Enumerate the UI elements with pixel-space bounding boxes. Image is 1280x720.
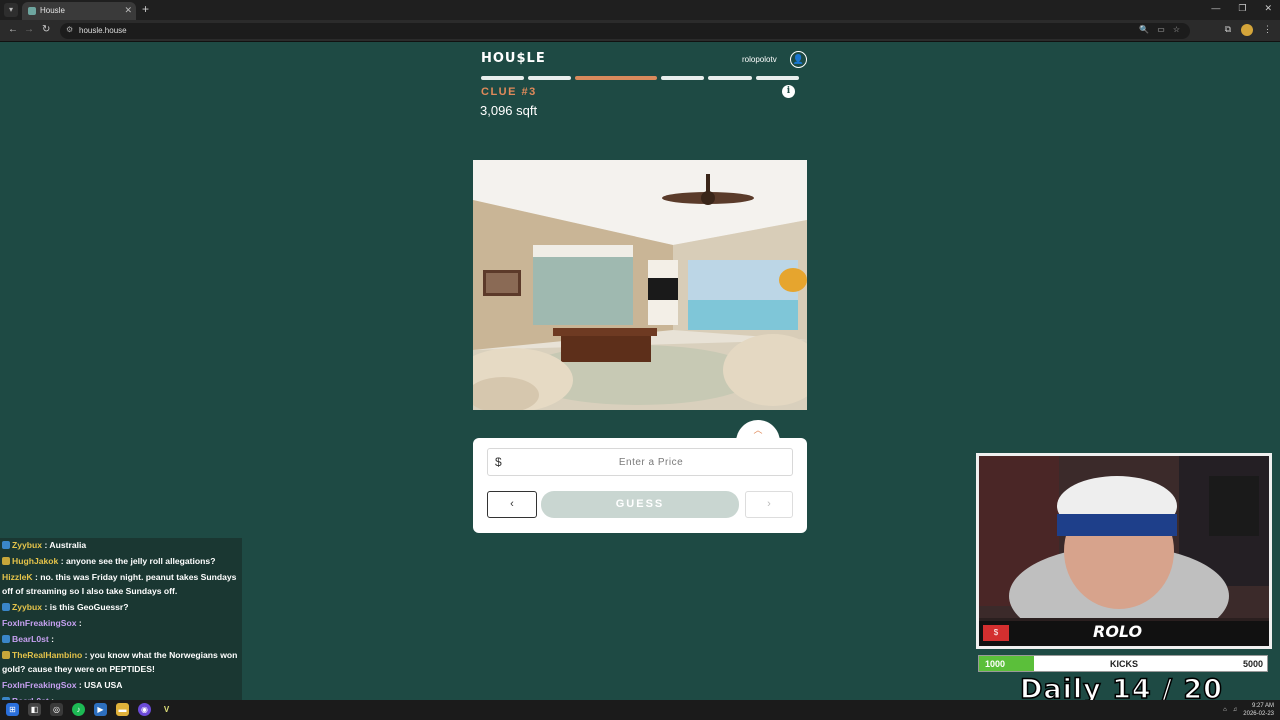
chrome-icon[interactable]: ◎	[50, 703, 63, 716]
progress-segment	[528, 76, 571, 80]
chat-message: Zyybux : is this GeoGuessr?	[0, 600, 242, 614]
url-text: housle.house	[79, 26, 127, 35]
progress-segment	[481, 76, 525, 80]
kicks-goal-bar: 1000 KICKS 5000	[978, 655, 1268, 672]
stream-chat: Zyybux : Australia HughJakok : anyone see…	[0, 538, 242, 700]
clock-time: 9:27 AM	[1251, 703, 1274, 709]
chat-username[interactable]: FoxInFreakingSox	[2, 680, 77, 690]
extensions-icon[interactable]: ⧉	[1225, 24, 1231, 36]
housle-logo[interactable]: HOU$LE	[481, 51, 546, 66]
browser-menu-icon[interactable]: ⋮	[1263, 24, 1272, 36]
currency-symbol: $	[495, 455, 502, 469]
webcam-bar: $ ROLO	[979, 621, 1269, 646]
browser-toolbar: ← → ↻ ⚙ housle.house 🔍 ▭ ☆ ⧉ ⋮	[0, 20, 1280, 42]
browser-tab-bar: ▾ Housle ✕ + — ❐ ✕	[0, 0, 1280, 20]
kicks-label: KICKS	[1109, 659, 1138, 669]
chat-username[interactable]: Zyybux	[12, 602, 42, 612]
restore-icon[interactable]: ❐	[1238, 3, 1246, 14]
kicks-max: 5000	[1242, 659, 1263, 669]
chat-badge-icon	[2, 651, 10, 659]
chat-message: BearL0st :	[0, 632, 242, 646]
zoom-icon[interactable]: 🔍	[1139, 25, 1149, 34]
reload-icon[interactable]: ↻	[42, 24, 50, 35]
spotify-icon[interactable]: ♪	[72, 703, 85, 716]
cam-badge: $	[983, 625, 1009, 641]
chat-message: HughJakok : anyone see the jelly roll al…	[0, 554, 242, 568]
chat-message: HizzleK : no. this was Friday night. pea…	[0, 570, 242, 598]
discord-icon[interactable]: ◉	[138, 703, 151, 716]
chat-text: : Australia	[42, 540, 87, 550]
progress-segment	[660, 76, 705, 80]
webcam-overlay: $ ROLO	[976, 453, 1272, 649]
chat-username[interactable]: FoxInFreakingSox	[2, 618, 77, 628]
user-account-icon[interactable]: 👤	[790, 51, 807, 68]
chat-text: :	[48, 634, 55, 644]
chat-text: :	[76, 618, 82, 628]
site-info-icon[interactable]: ⚙	[66, 25, 73, 34]
cast-icon[interactable]: ▭	[1157, 25, 1165, 34]
progress-segment	[755, 76, 800, 80]
housle-favicon-icon	[28, 7, 36, 15]
chat-text: : USA USA	[76, 680, 123, 690]
chat-badge-icon	[2, 635, 10, 643]
info-icon[interactable]: i	[782, 85, 795, 98]
tab-search-icon[interactable]: ▾	[4, 3, 18, 17]
chat-message: FoxInFreakingSox : USA USA	[0, 678, 242, 692]
address-bar[interactable]: ⚙ housle.house 🔍 ▭ ☆	[60, 23, 1190, 39]
clock-date: 2026-02-23	[1243, 711, 1274, 717]
chat-username[interactable]: BearL0st	[12, 634, 49, 644]
chat-username[interactable]: Zyybux	[12, 540, 42, 550]
system-tray: ⌂ ♫ 9:27 AM 2026-02-23	[1223, 702, 1274, 718]
taskbar: ⊞ ◧ ◎ ♪ ▶ ▬ ◉ V ⌂ ♫ 9:27 AM 2026-02-23	[0, 700, 1280, 720]
chat-badge-icon	[2, 603, 10, 611]
profile-avatar-icon[interactable]	[1241, 24, 1253, 36]
chat-badge-icon	[2, 541, 10, 549]
chat-text: : no. this was Friday night. peanut take…	[2, 572, 237, 596]
house-photo	[473, 160, 807, 410]
chat-message: TheRealHambino : you know what the Norwe…	[0, 648, 242, 676]
browser-tab[interactable]: Housle ✕	[22, 2, 136, 20]
media-icon[interactable]: ▶	[94, 703, 107, 716]
app-icon[interactable]: ◧	[28, 703, 41, 716]
rolo-logo: ROLO	[1093, 622, 1143, 641]
forward-icon[interactable]: →	[24, 24, 34, 35]
v-app-icon[interactable]: V	[160, 703, 173, 716]
chat-message: FoxInFreakingSox :	[0, 616, 242, 630]
chat-badge-icon	[2, 557, 10, 565]
window-controls: — ❐ ✕	[1211, 3, 1272, 14]
new-tab-icon[interactable]: +	[142, 2, 149, 16]
chat-text: : is this GeoGuessr?	[42, 602, 129, 612]
network-icon[interactable]: ⌂	[1223, 707, 1227, 713]
tab-title: Housle	[40, 6, 65, 15]
chevron-up-icon: ︿	[753, 425, 763, 435]
price-input[interactable]	[512, 451, 790, 473]
progress-segment	[708, 76, 752, 80]
back-icon[interactable]: ←	[8, 24, 18, 35]
start-icon[interactable]: ⊞	[6, 703, 19, 716]
next-clue-button[interactable]: ›	[745, 491, 793, 518]
folder-icon[interactable]: ▬	[116, 703, 129, 716]
guess-button[interactable]: GUESS	[541, 491, 739, 518]
price-field[interactable]: $	[487, 448, 793, 476]
close-window-icon[interactable]: ✕	[1264, 3, 1272, 14]
chat-username[interactable]: HughJakok	[12, 556, 58, 566]
close-tab-icon[interactable]: ✕	[124, 5, 132, 16]
username[interactable]: rolopolotv	[742, 55, 777, 64]
chat-text: : anyone see the jelly roll allegations?	[58, 556, 216, 566]
progress-segment-current	[574, 76, 657, 80]
guess-panel: $ ‹ GUESS ›	[473, 438, 807, 533]
chat-username[interactable]: TheRealHambino	[12, 650, 82, 660]
clue-progress-bar	[481, 76, 800, 80]
chat-username[interactable]: HizzleK	[2, 572, 33, 582]
clue-value: 3,096 sqft	[480, 103, 538, 118]
bookmark-star-icon[interactable]: ☆	[1173, 25, 1180, 34]
minimize-icon[interactable]: —	[1211, 3, 1220, 14]
chat-message: Zyybux : Australia	[0, 538, 242, 552]
webcam-feed	[979, 456, 1269, 618]
previous-clue-button[interactable]: ‹	[487, 491, 537, 518]
clue-label: CLUE #3	[481, 86, 537, 98]
volume-icon[interactable]: ♫	[1233, 707, 1238, 713]
clock[interactable]: 9:27 AM 2026-02-23	[1243, 702, 1274, 718]
